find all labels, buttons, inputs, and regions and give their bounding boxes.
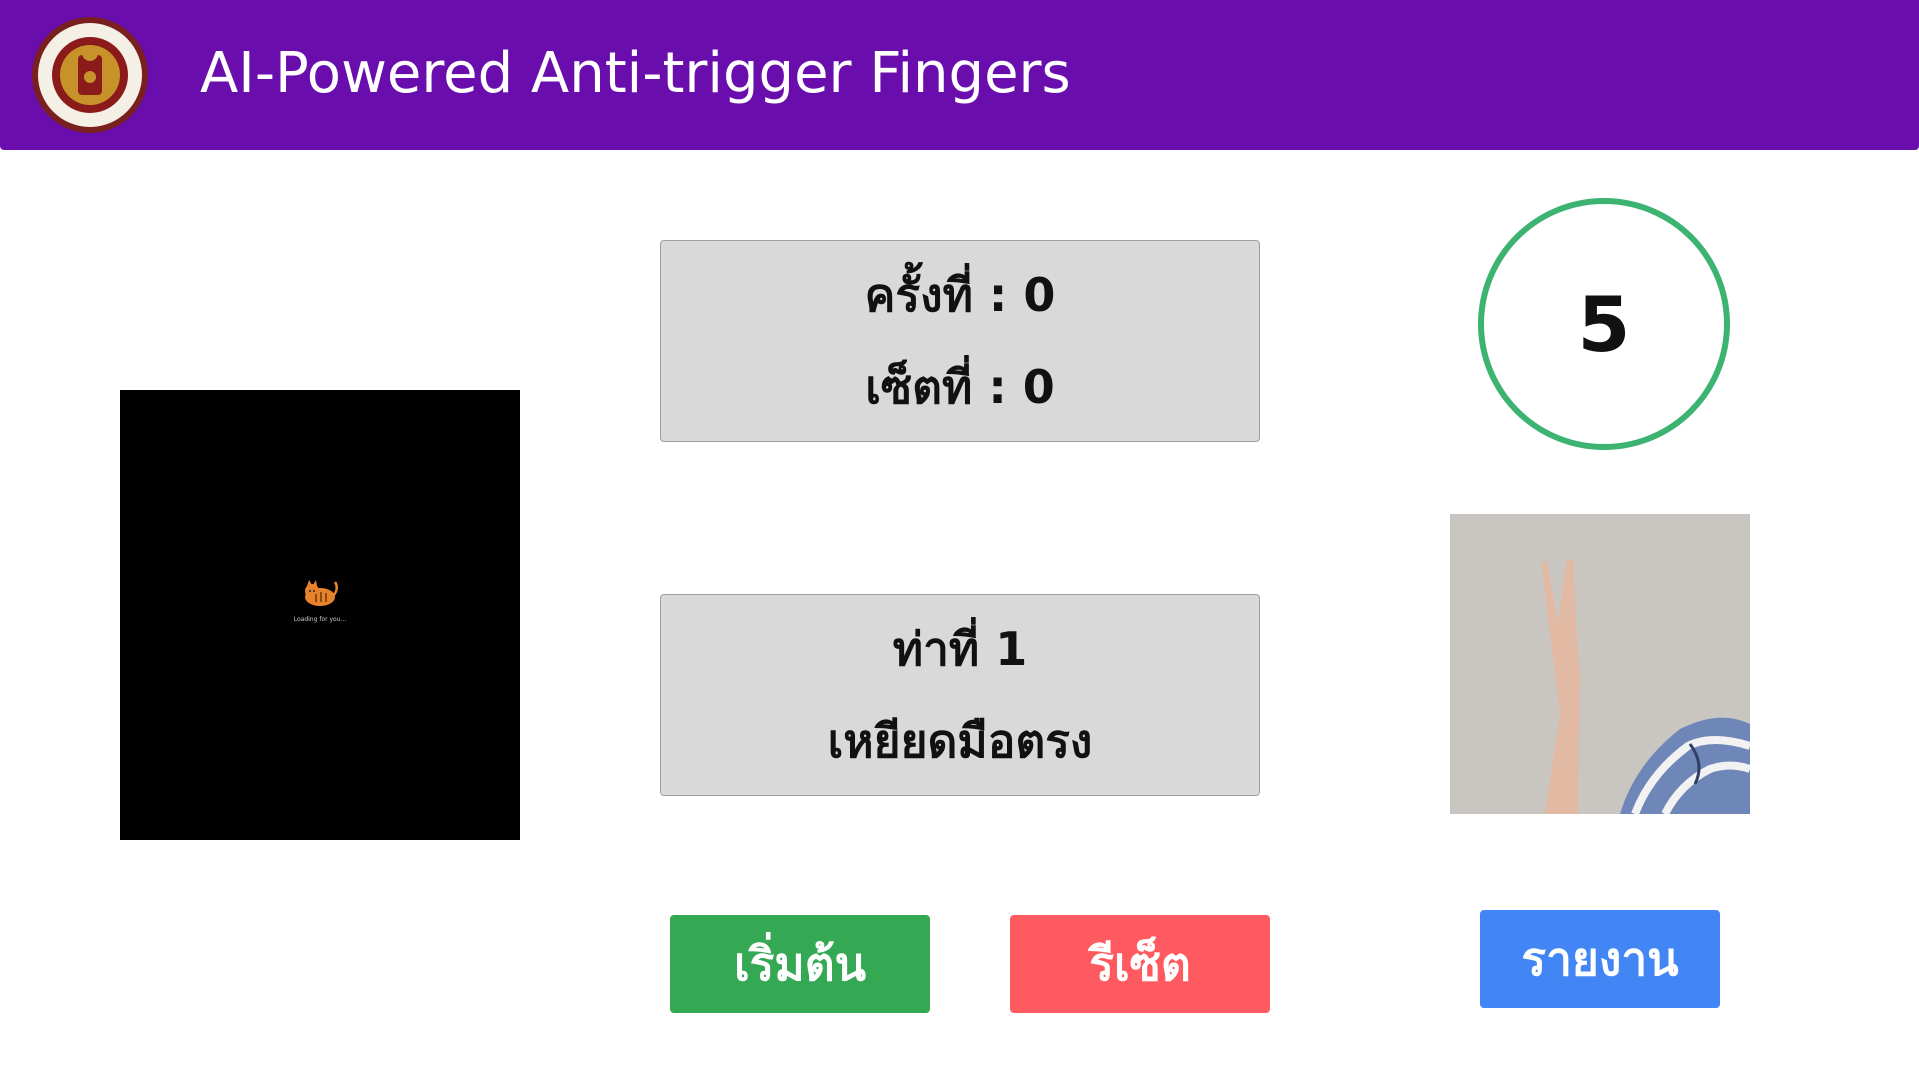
pose-name: เหยียดมือตรง bbox=[827, 714, 1093, 768]
college-logo bbox=[32, 17, 148, 133]
counter-panel: ครั้งที่ : 0 เซ็ตที่ : 0 bbox=[660, 240, 1260, 442]
app-header: AI-Powered Anti-trigger Fingers bbox=[0, 0, 1919, 150]
app-title: AI-Powered Anti-trigger Fingers bbox=[200, 41, 1071, 106]
start-button[interactable]: เริ่มต้น bbox=[670, 915, 930, 1013]
rep-count: ครั้งที่ : 0 bbox=[864, 268, 1056, 322]
loading-text: Loading for you... bbox=[293, 616, 347, 623]
reset-button[interactable]: รีเซ็ต bbox=[1010, 915, 1270, 1013]
countdown-timer: 5 bbox=[1478, 198, 1730, 450]
loading-cat-icon bbox=[305, 580, 338, 606]
pose-number: ท่าที่ 1 bbox=[892, 622, 1028, 676]
pose-panel: ท่าที่ 1 เหยียดมือตรง bbox=[660, 594, 1260, 796]
report-button[interactable]: รายงาน bbox=[1480, 910, 1720, 1008]
set-count: เซ็ตที่ : 0 bbox=[865, 360, 1055, 414]
pose-example-image bbox=[1450, 514, 1750, 814]
camera-feed: Loading for you... bbox=[120, 390, 520, 840]
